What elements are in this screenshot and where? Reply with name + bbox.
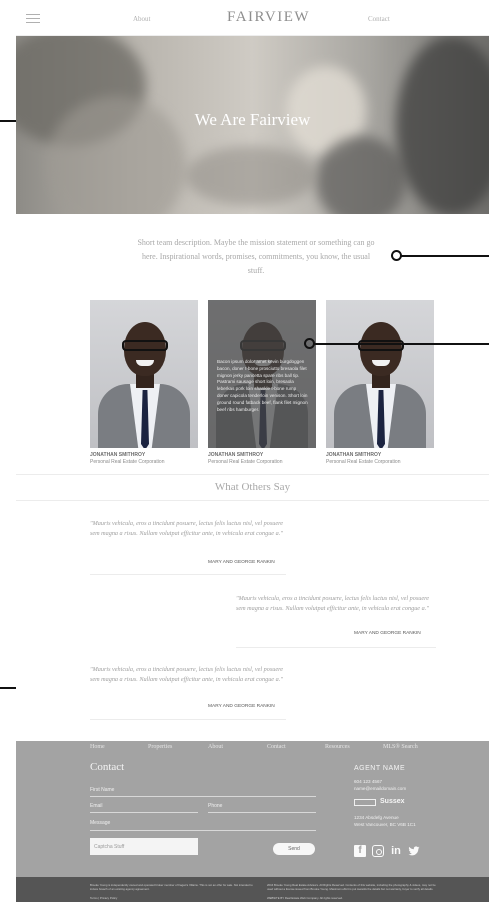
testimonial-divider [90, 574, 286, 575]
nav-link-about[interactable]: About [133, 15, 151, 23]
legal-credit: WEBSITE BY Real Estate Web Company. All … [267, 896, 343, 900]
footer-nav-resources[interactable]: Resources [325, 744, 350, 750]
page-frame: About FAIRVIEW Contact We Are Fairview S… [16, 0, 489, 902]
testimonials-title: What Others Say [214, 481, 291, 493]
send-button[interactable]: Send [273, 843, 315, 855]
email-field[interactable]: Email [90, 803, 103, 809]
brokerage-logo-mark [354, 799, 376, 806]
contact-title: Contact [90, 761, 125, 773]
legal-privacy-link[interactable]: Terms | Privacy Policy [90, 896, 117, 900]
agent-phone[interactable]: 604 123 4567 [354, 779, 382, 784]
phone-field[interactable]: Phone [208, 803, 222, 809]
message-underline [90, 830, 316, 831]
footer: Home Properties About Contact Resources … [16, 741, 489, 877]
team-card-photo[interactable] [326, 300, 434, 448]
agent-name: AGENT NAME [354, 765, 406, 772]
nav-link-contact[interactable]: Contact [368, 15, 390, 23]
footer-nav-about[interactable]: About [208, 744, 223, 750]
brand-logo[interactable]: FAIRVIEW [227, 9, 310, 26]
testimonial-author: MARY AND GEORGE RANKIN [208, 704, 275, 709]
team-card-photo-hover[interactable]: Bacon ipsum dolor amet kevin burgdoggen … [208, 300, 316, 448]
legal-copyright: 2016 Brooke Young Real Estate Advisors. … [267, 883, 436, 891]
testimonial-divider [236, 647, 436, 648]
section-divider [16, 500, 489, 501]
neck-shape [372, 374, 390, 388]
team-card-photo[interactable] [90, 300, 198, 448]
agent-address-line-1: 1234 Absdefg Avenue [354, 815, 399, 820]
facebook-icon[interactable]: f [354, 845, 366, 857]
agent-email[interactable]: name@emaildomain.com [354, 786, 406, 791]
team-description: Short team description. Maybe the missio… [137, 238, 375, 275]
message-field[interactable]: Message [90, 820, 110, 826]
footer-nav-mls-search[interactable]: MLS® Search [383, 744, 418, 750]
testimonial-divider [90, 719, 286, 720]
team-member-role: Personal Real Estate Corporation [90, 459, 165, 465]
first-name-underline [90, 796, 316, 797]
team-member-name: JONATHAN SMITHROY [208, 452, 264, 458]
hero-photo-shape [316, 136, 406, 214]
footer-nav-contact[interactable]: Contact [267, 744, 286, 750]
footer-nav-properties[interactable]: Properties [148, 744, 172, 750]
first-name-field[interactable]: First Name [90, 787, 114, 793]
hero-photo-shape [186, 146, 316, 206]
testimonial-author: MARY AND GEORGE RANKIN [208, 560, 275, 565]
testimonial-quote: "Mauris vehicula, eros a tincidunt posue… [236, 595, 430, 612]
footer-nav-home[interactable]: Home [90, 744, 105, 750]
testimonial-quote: "Mauris vehicula, eros a tincidunt posue… [90, 520, 284, 537]
email-underline [90, 812, 198, 813]
hamburger-menu-icon[interactable] [26, 14, 40, 23]
legal-disclaimer: Brooke Young is independently owned and … [90, 883, 253, 891]
captcha-field[interactable]: Captcha Stuff [90, 838, 198, 855]
top-navigation: About FAIRVIEW Contact [16, 0, 489, 36]
legal-bar: Brooke Young is independently owned and … [16, 877, 489, 902]
testimonial-author: MARY AND GEORGE RANKIN [354, 631, 421, 636]
team-member-role: Personal Real Estate Corporation [208, 459, 283, 465]
team-member-bio: Bacon ipsum dolor amet kevin burgdoggen … [217, 359, 308, 412]
glasses-shape [122, 340, 168, 351]
annotation-callout-team [313, 343, 489, 345]
hero-banner: We Are Fairview [16, 36, 489, 214]
team-member-name: JONATHAN SMITHROY [326, 452, 382, 458]
neck-shape [136, 374, 154, 388]
glasses-shape [358, 340, 404, 351]
twitter-icon[interactable] [408, 845, 420, 857]
brokerage-logo: Sussex [380, 798, 405, 805]
team-member-role: Personal Real Estate Corporation [326, 459, 401, 465]
team-member-name: JONATHAN SMITHROY [90, 452, 146, 458]
instagram-icon[interactable] [372, 845, 384, 857]
hero-title: We Are Fairview [194, 110, 311, 129]
linkedin-icon[interactable]: in [390, 845, 402, 857]
agent-address-line-2: West Vancouver, BC V6B 1C1 [354, 822, 416, 827]
testimonial-quote: "Mauris vehicula, eros a tincidunt posue… [90, 666, 284, 683]
section-divider [16, 474, 489, 475]
phone-underline [208, 812, 316, 813]
annotation-callout-description [400, 255, 489, 257]
